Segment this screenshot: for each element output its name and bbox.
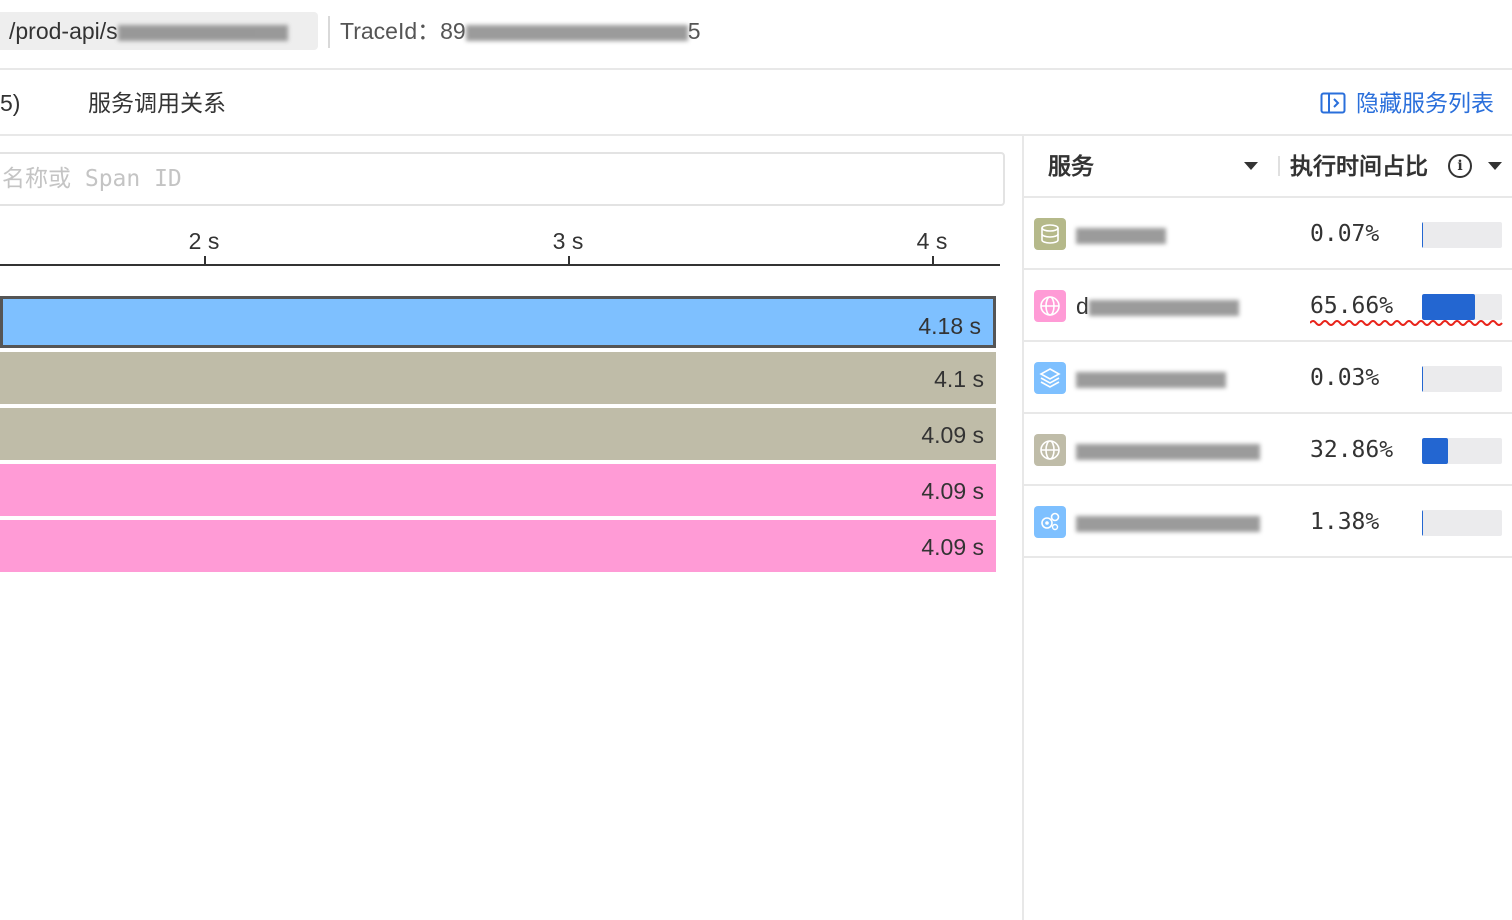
span-bar-selected[interactable]: 4.18 s bbox=[0, 296, 996, 348]
span-search-input[interactable] bbox=[0, 154, 1003, 204]
request-path: /prod-api/s bbox=[0, 12, 318, 50]
globe-icon bbox=[1034, 290, 1066, 322]
info-icon[interactable]: i bbox=[1448, 154, 1472, 178]
axis-tick bbox=[204, 256, 206, 266]
request-path-text: /prod-api/s bbox=[9, 18, 118, 44]
service-percent: 0.03% bbox=[1310, 365, 1380, 391]
tab-call-relation[interactable]: 服务调用关系 bbox=[88, 70, 226, 136]
sort-caret-icon[interactable] bbox=[1488, 162, 1502, 170]
service-name bbox=[1076, 414, 1260, 486]
column-divider bbox=[1278, 156, 1280, 176]
top-bar: /prod-api/s TraceId：89 5 bbox=[0, 0, 1512, 70]
service-percent: 32.86% bbox=[1310, 437, 1394, 463]
globe-icon bbox=[1034, 434, 1066, 466]
ratio-bar bbox=[1422, 222, 1502, 248]
ratio-bar bbox=[1422, 438, 1502, 464]
trace-id-suffix: 5 bbox=[687, 18, 701, 44]
ratio-bar bbox=[1422, 366, 1502, 392]
database-icon bbox=[1034, 218, 1066, 250]
service-percent: 1.38% bbox=[1310, 509, 1380, 535]
service-filter-caret-icon[interactable] bbox=[1244, 162, 1258, 170]
gears-icon bbox=[1034, 506, 1066, 538]
span-duration: 4.09 s bbox=[921, 478, 984, 504]
spellcheck-underline bbox=[1310, 320, 1503, 326]
span-bar[interactable]: 4.1 s bbox=[0, 352, 996, 404]
redacted-trace-id bbox=[465, 24, 688, 41]
ratio-bar-fill bbox=[1422, 222, 1423, 248]
service-row[interactable]: 0.03% bbox=[1024, 342, 1512, 414]
span-bar[interactable]: 4.09 s bbox=[0, 464, 996, 516]
ratio-bar bbox=[1422, 294, 1502, 320]
span-duration: 4.18 s bbox=[918, 313, 981, 339]
column-service: 服务 bbox=[1048, 153, 1094, 179]
view-tabs: 5) 服务调用关系 隐藏服务列表 bbox=[0, 70, 1512, 136]
time-axis bbox=[0, 264, 1000, 266]
service-percent: 65.66% bbox=[1310, 293, 1394, 319]
ratio-bar-fill bbox=[1422, 510, 1423, 536]
trace-id: TraceId：89 5 bbox=[340, 12, 701, 50]
redacted-path bbox=[117, 24, 288, 41]
span-duration: 4.1 s bbox=[934, 366, 984, 392]
span-duration: 4.09 s bbox=[921, 534, 984, 560]
span-duration: 4.09 s bbox=[921, 422, 984, 448]
service-row[interactable]: 32.86% bbox=[1024, 414, 1512, 486]
service-table-header: 服务 执行时间占比 i bbox=[1024, 136, 1512, 198]
panel-collapse-icon bbox=[1320, 92, 1346, 114]
tab-spans-count[interactable]: 5) bbox=[0, 70, 20, 136]
span-search-box[interactable] bbox=[0, 152, 1005, 206]
service-name bbox=[1076, 198, 1166, 270]
layers-icon bbox=[1034, 362, 1066, 394]
service-name bbox=[1076, 342, 1226, 414]
axis-tick bbox=[932, 256, 934, 266]
service-row[interactable]: 0.07% bbox=[1024, 198, 1512, 270]
service-name bbox=[1076, 486, 1260, 558]
axis-tick-label: 2 s bbox=[188, 228, 220, 254]
hide-service-list-label: 隐藏服务列表 bbox=[1356, 90, 1494, 116]
service-percent: 0.07% bbox=[1310, 221, 1380, 247]
span-bar[interactable]: 4.09 s bbox=[0, 408, 996, 460]
axis-tick-label: 3 s bbox=[552, 228, 584, 254]
header-divider bbox=[328, 16, 330, 48]
ratio-bar-fill bbox=[1422, 366, 1423, 392]
service-name: d bbox=[1076, 270, 1239, 342]
column-exec-ratio[interactable]: 执行时间占比 bbox=[1290, 136, 1428, 196]
ratio-bar bbox=[1422, 510, 1502, 536]
span-bar[interactable]: 4.09 s bbox=[0, 520, 996, 572]
hide-service-list-button[interactable]: 隐藏服务列表 bbox=[1320, 70, 1494, 136]
ratio-bar-fill bbox=[1422, 294, 1475, 320]
ratio-bar-fill bbox=[1422, 438, 1448, 464]
service-row[interactable]: 1.38% bbox=[1024, 486, 1512, 558]
trace-id-label: TraceId：89 bbox=[340, 18, 466, 44]
service-row[interactable]: d 65.66% bbox=[1024, 270, 1512, 342]
axis-tick-label: 4 s bbox=[916, 228, 948, 254]
axis-tick bbox=[568, 256, 570, 266]
